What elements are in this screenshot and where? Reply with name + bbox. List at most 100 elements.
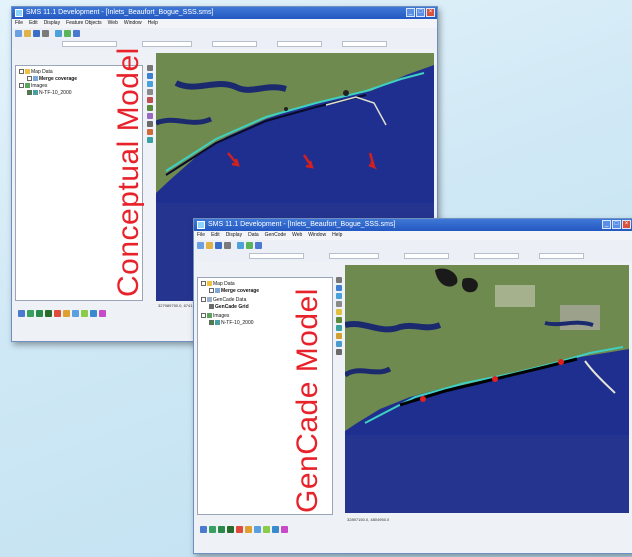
checkbox[interactable] <box>201 281 206 287</box>
particle-module-icon[interactable] <box>63 310 70 317</box>
profile-icon[interactable] <box>263 526 270 533</box>
open-icon[interactable] <box>206 242 213 249</box>
node-tool-icon[interactable] <box>336 309 342 315</box>
save-icon[interactable] <box>33 30 40 37</box>
zoom-icon[interactable] <box>55 30 62 37</box>
zoom-tool-icon[interactable] <box>147 81 153 87</box>
checkbox[interactable] <box>201 297 206 303</box>
quadtree-icon[interactable] <box>281 526 288 533</box>
polygon-tool-icon[interactable] <box>147 113 153 119</box>
pan-tool-icon[interactable] <box>147 73 153 79</box>
gis-module-icon[interactable] <box>54 310 61 317</box>
help-icon[interactable] <box>255 242 262 249</box>
maximize-button[interactable]: □ <box>416 8 425 17</box>
checkbox[interactable] <box>209 320 214 326</box>
point-tool-icon[interactable] <box>336 341 342 347</box>
menu-file[interactable]: File <box>15 19 23 28</box>
tree-item-coverage[interactable]: Merge coverage <box>27 76 77 82</box>
tree-item-map-data[interactable]: Map Data <box>19 69 53 75</box>
checkbox[interactable] <box>27 76 32 82</box>
menu-file[interactable]: File <box>197 231 205 240</box>
minimize-button[interactable]: _ <box>406 8 415 17</box>
checkbox[interactable] <box>209 288 214 294</box>
menu-help[interactable]: Help <box>332 231 342 240</box>
property-field-3[interactable] <box>212 41 257 47</box>
close-button[interactable]: × <box>622 220 631 229</box>
menu-display[interactable]: Display <box>44 19 60 28</box>
grid-module-icon[interactable] <box>27 310 34 317</box>
tree-item-images[interactable]: Images <box>201 313 229 319</box>
new-icon[interactable] <box>15 30 22 37</box>
gencade-module-icon[interactable] <box>272 526 279 533</box>
menu-web[interactable]: Web <box>108 19 118 28</box>
tree-item-images[interactable]: Images <box>19 83 47 89</box>
menu-window[interactable]: Window <box>124 19 142 28</box>
menu-help[interactable]: Help <box>148 19 158 28</box>
map-view[interactable] <box>345 265 629 513</box>
quadtree-icon[interactable] <box>99 310 106 317</box>
tree-item-gencade-grid[interactable]: GenCade Grid <box>209 304 249 310</box>
map-module-icon[interactable] <box>45 310 52 317</box>
measure-tool-icon[interactable] <box>147 137 153 143</box>
polygon-tool-icon[interactable] <box>336 325 342 331</box>
menu-feature-objects[interactable]: Feature Objects <box>66 19 102 28</box>
particle-module-icon[interactable] <box>245 526 252 533</box>
mesh-module-icon[interactable] <box>200 526 207 533</box>
zoom-tool-icon[interactable] <box>336 293 342 299</box>
gis-module-icon[interactable] <box>236 526 243 533</box>
property-field-3[interactable] <box>404 253 449 259</box>
tree-item-image-file[interactable]: N-TF-10_2000 <box>209 320 254 326</box>
property-field-4[interactable] <box>474 253 519 259</box>
menu-display[interactable]: Display <box>226 231 242 240</box>
frame-icon[interactable] <box>64 30 71 37</box>
node-tool-icon[interactable] <box>147 97 153 103</box>
property-field-4[interactable] <box>277 41 322 47</box>
save-icon[interactable] <box>215 242 222 249</box>
close-button[interactable]: × <box>426 8 435 17</box>
checkbox[interactable] <box>19 83 24 89</box>
zoom-icon[interactable] <box>237 242 244 249</box>
checkbox[interactable] <box>27 90 32 96</box>
frame-icon[interactable] <box>246 242 253 249</box>
property-field-1[interactable] <box>62 41 117 47</box>
vertex-tool-icon[interactable] <box>336 333 342 339</box>
print-icon[interactable] <box>42 30 49 37</box>
print-icon[interactable] <box>224 242 231 249</box>
minimize-button[interactable]: _ <box>602 220 611 229</box>
gencade-module-icon[interactable] <box>90 310 97 317</box>
rotate-tool-icon[interactable] <box>336 301 342 307</box>
tree-item-gencade-data[interactable]: GenCade Data <box>201 297 246 303</box>
menu-edit[interactable]: Edit <box>29 19 38 28</box>
select-tool-icon[interactable] <box>147 65 153 71</box>
menu-edit[interactable]: Edit <box>211 231 220 240</box>
menu-data[interactable]: Data <box>248 231 259 240</box>
checkbox[interactable] <box>201 313 206 319</box>
pan-tool-icon[interactable] <box>336 285 342 291</box>
tree-item-coverage[interactable]: Merge coverage <box>209 288 259 294</box>
property-field-2[interactable] <box>329 253 379 259</box>
scatter-module-icon[interactable] <box>36 310 43 317</box>
menu-gencode[interactable]: GenCode <box>265 231 286 240</box>
property-field-2[interactable] <box>142 41 192 47</box>
tree-item-map-data[interactable]: Map Data <box>201 281 235 287</box>
select-tool-icon[interactable] <box>336 277 342 283</box>
scatter-module-icon[interactable] <box>218 526 225 533</box>
open-icon[interactable] <box>24 30 31 37</box>
arc-tool-icon[interactable] <box>147 105 153 111</box>
rotate-tool-icon[interactable] <box>147 89 153 95</box>
cross-section-icon[interactable] <box>254 526 261 533</box>
measure-tool-icon[interactable] <box>336 349 342 355</box>
point-tool-icon[interactable] <box>147 129 153 135</box>
new-icon[interactable] <box>197 242 204 249</box>
profile-icon[interactable] <box>81 310 88 317</box>
checkbox[interactable] <box>19 69 24 75</box>
cross-section-icon[interactable] <box>72 310 79 317</box>
help-icon[interactable] <box>73 30 80 37</box>
grid-module-icon[interactable] <box>209 526 216 533</box>
maximize-button[interactable]: □ <box>612 220 621 229</box>
tree-item-image-file[interactable]: N-TF-10_2000 <box>27 90 72 96</box>
map-module-icon[interactable] <box>227 526 234 533</box>
vertex-tool-icon[interactable] <box>147 121 153 127</box>
arc-tool-icon[interactable] <box>336 317 342 323</box>
menu-web[interactable]: Web <box>292 231 302 240</box>
